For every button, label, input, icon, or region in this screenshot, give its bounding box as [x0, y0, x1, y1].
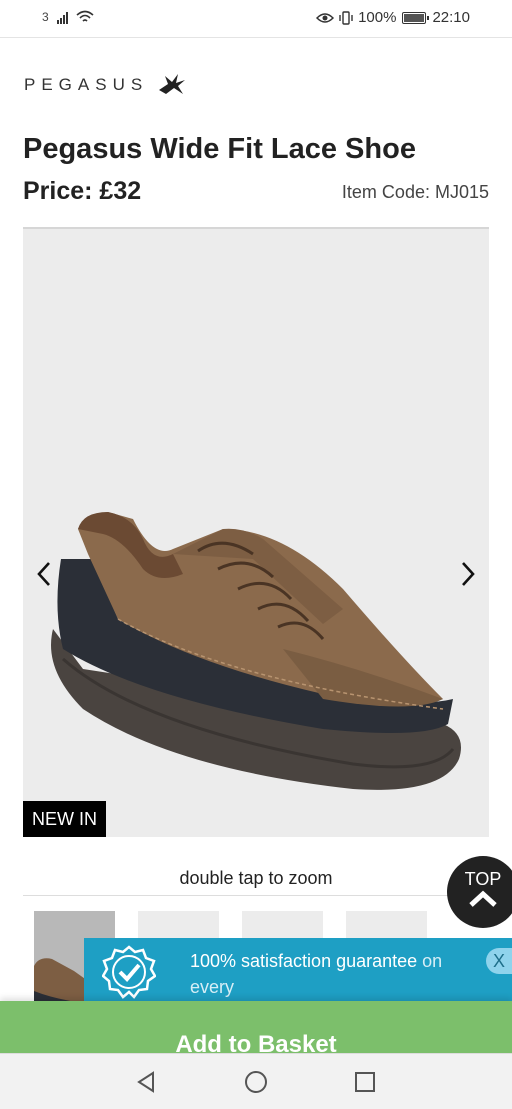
add-to-basket-button[interactable]: Add to Basket [0, 1001, 512, 1053]
divider [23, 895, 489, 896]
nav-recents-button[interactable] [351, 1068, 379, 1096]
guarantee-message: 100% satisfaction guarantee on every [190, 948, 480, 1000]
home-circle-icon [245, 1071, 267, 1093]
nav-home-button[interactable] [242, 1068, 270, 1096]
shoe-image [51, 512, 461, 790]
verified-badge-icon [102, 945, 156, 999]
carrier-label: 3 [42, 10, 49, 24]
wifi-icon [76, 10, 94, 22]
add-to-basket-label: Add to Basket [175, 1031, 337, 1053]
pegasus-icon [159, 74, 186, 94]
product-image[interactable]: NEW IN [23, 229, 489, 837]
brand-logo-text: PEGASUS [24, 75, 149, 94]
battery-percent: 100% [358, 9, 397, 26]
next-image-button[interactable] [453, 559, 483, 589]
clock: 22:10 [432, 9, 470, 26]
product-title: Pegasus Wide Fit Lace Shoe [23, 133, 416, 165]
vibrate-icon [339, 10, 353, 25]
system-nav-bar [0, 1053, 512, 1109]
chevron-left-icon [37, 562, 50, 586]
recents-square-icon [355, 1072, 375, 1092]
guarantee-text: 100% satisfaction guarantee [190, 951, 418, 971]
new-in-badge: NEW IN [23, 801, 106, 837]
previous-image-button[interactable] [29, 559, 59, 589]
zoom-hint: double tap to zoom [179, 868, 333, 888]
back-triangle-icon [137, 1071, 154, 1093]
brand-logo[interactable]: PEGASUS [24, 72, 188, 98]
chevron-right-icon [462, 562, 475, 586]
signal-icon [56, 11, 68, 24]
close-banner-button[interactable]: X [486, 948, 512, 974]
guarantee-banner: 100% satisfaction guarantee on every X [84, 938, 512, 1002]
back-to-top-label: TOP [464, 869, 502, 889]
nav-back-button[interactable] [132, 1068, 160, 1096]
guarantee-text-line2: every [190, 977, 235, 997]
status-bar: 3 100% 22:10 [0, 0, 512, 38]
eye-icon [316, 12, 335, 23]
guarantee-text-suffix: on [422, 951, 443, 971]
battery-icon [402, 11, 430, 24]
product-price: Price: £32 [23, 177, 142, 205]
item-code: Item Code: MJ015 [341, 182, 489, 202]
back-to-top-button[interactable]: TOP [447, 856, 512, 928]
chevron-up-icon [469, 890, 497, 907]
